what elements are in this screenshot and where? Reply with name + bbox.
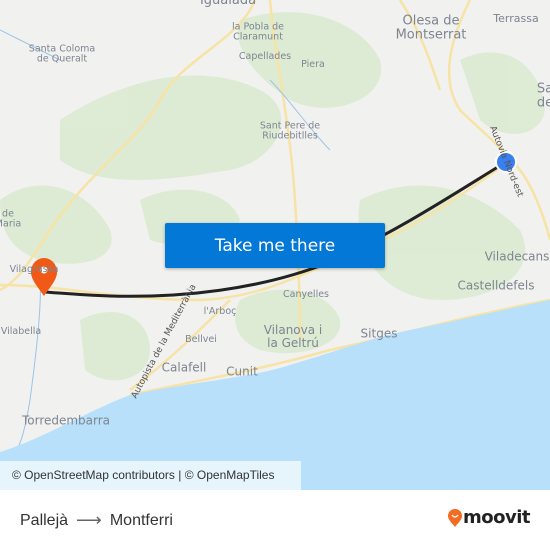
place-label: Sant Pere de Riudebitlles: [259, 120, 321, 142]
destination-name: Montferri: [109, 511, 173, 529]
place-label: Vilabella: [0, 325, 42, 337]
place-label: de Maria: [0, 208, 22, 230]
map-attribution[interactable]: © OpenStreetMap contributors | © OpenMap…: [0, 461, 301, 490]
place-label: Sitges: [360, 326, 398, 341]
place-label: Terrassa: [493, 11, 539, 25]
place-label: Santa Coloma de Queralt: [28, 43, 96, 65]
place-label: Sa de: [536, 81, 550, 111]
place-label: Cunit: [226, 364, 258, 379]
place-label: Castelldefels: [457, 278, 535, 293]
take-me-there-button[interactable]: Take me there: [165, 223, 385, 268]
route-title: Pallejà ⟶ Montferri: [20, 510, 173, 531]
place-label: Olesa de Montserrat: [395, 13, 467, 43]
place-label: Vilagrassa: [9, 263, 59, 275]
place-label: Bellvei: [185, 333, 217, 345]
brand-name: moovit: [463, 507, 531, 528]
moovit-logo[interactable]: moovit: [448, 507, 531, 528]
place-label: Viladecans: [484, 249, 550, 264]
place-label: Torredembarra: [21, 413, 111, 428]
place-label: la Pobla de Claramunt: [231, 21, 285, 43]
footer: Pallejà ⟶ Montferri moovit: [0, 490, 550, 550]
arrow-right-icon: ⟶: [76, 510, 102, 530]
place-label: Vilanova i la Geltrú: [263, 322, 323, 350]
place-label: Piera: [301, 58, 325, 70]
place-label: Canyelles: [282, 288, 330, 300]
place-label: Calafell: [161, 360, 207, 375]
origin-name: Pallejà: [20, 511, 69, 529]
map[interactable]: Igualada la Pobla de Claramunt Capellade…: [0, 0, 550, 490]
place-label: Capellades: [238, 50, 292, 62]
place-label: Igualada: [199, 0, 257, 8]
place-label: l'Arboç: [203, 305, 237, 317]
moovit-pin-icon: [448, 508, 462, 527]
